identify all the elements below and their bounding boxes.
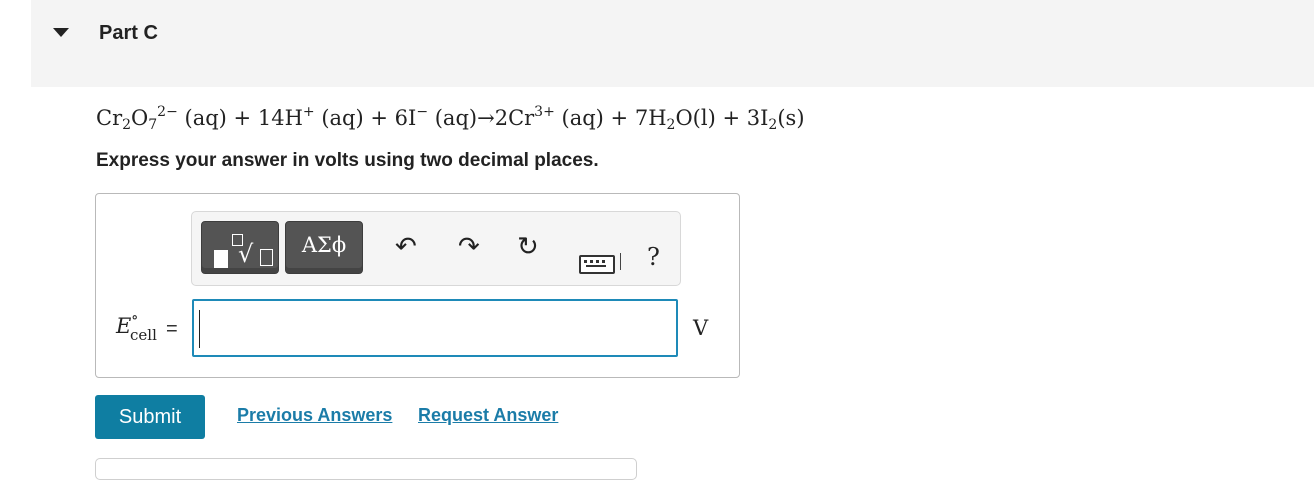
text-cursor — [199, 310, 200, 348]
undo-icon[interactable]: ↶ — [395, 234, 417, 260]
toolbar-divider — [620, 253, 621, 270]
answer-input[interactable] — [192, 299, 678, 357]
request-answer-link[interactable]: Request Answer — [418, 405, 558, 426]
feedback-box — [95, 458, 637, 480]
math-toolbar: √ ΑΣϕ ↶ ↷ ↻ ? — [191, 211, 681, 286]
keyboard-icon[interactable] — [579, 255, 615, 274]
part-title: Part C — [99, 22, 158, 44]
chemical-equation: Cr2O72− (aq) + 14H+ (aq) + 6I− (aq)→2Cr3… — [96, 104, 805, 133]
part-header[interactable]: Part C — [31, 0, 1314, 87]
collapse-caret-icon[interactable] — [53, 28, 69, 37]
submit-button[interactable]: Submit — [95, 395, 205, 439]
instruction-text: Express your answer in volts using two d… — [96, 150, 599, 171]
help-button[interactable]: ? — [647, 243, 660, 271]
reset-icon[interactable]: ↻ — [517, 234, 539, 260]
equals-sign: = — [166, 318, 178, 340]
answer-box: √ ΑΣϕ ↶ ↷ ↻ ? E ∘ cell = V — [95, 193, 740, 378]
unit-label: V — [693, 316, 709, 340]
symbols-button[interactable]: ΑΣϕ — [285, 221, 363, 274]
templates-button[interactable]: √ — [201, 221, 279, 274]
redo-icon[interactable]: ↷ — [458, 234, 480, 260]
previous-answers-link[interactable]: Previous Answers — [237, 405, 392, 426]
answer-label: E ∘ cell — [116, 308, 157, 344]
